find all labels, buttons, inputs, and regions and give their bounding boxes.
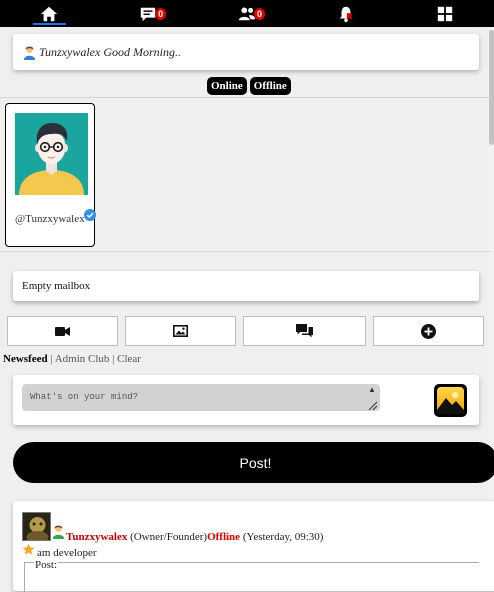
avatar-illustration xyxy=(15,113,88,195)
photo-button[interactable] xyxy=(125,316,236,346)
profile-handle-text: @Tunzxywalex xyxy=(15,213,85,225)
scrollbar-thumb[interactable] xyxy=(489,30,494,145)
greeting-text: Tunzxywalex Good Morning.. xyxy=(39,44,181,59)
post-content-box xyxy=(24,562,479,592)
post-button[interactable]: Post! xyxy=(13,442,494,483)
grid-menu-icon xyxy=(437,6,452,21)
post-meta: Tunzxywalex (Owner/Founder)Offline (Yest… xyxy=(66,531,323,543)
greeting-bar: Tunzxywalex Good Morning.. xyxy=(13,34,479,70)
tab-separator: | xyxy=(50,353,53,365)
plus-circle-icon xyxy=(421,323,436,339)
profile-handle[interactable]: @Tunzxywalex xyxy=(15,209,96,225)
tab-newsfeed[interactable]: Newsfeed xyxy=(3,353,48,365)
mailbox-bar[interactable]: Empty mailbox xyxy=(13,271,479,301)
resize-grip-icon[interactable] xyxy=(367,400,378,411)
post-time: (Yesterday, 09:30) xyxy=(242,531,324,543)
post-username[interactable]: Tunzxywalex xyxy=(66,531,127,543)
post-bio: am developer xyxy=(37,547,97,559)
online-button[interactable]: Online xyxy=(207,77,247,95)
video-button[interactable] xyxy=(7,316,118,346)
status-pills: Online Offline xyxy=(207,77,291,95)
post-avatar-image xyxy=(23,513,50,540)
tab-admin-club[interactable]: Admin Club xyxy=(55,353,110,365)
avatar[interactable] xyxy=(15,113,88,195)
post-status: Offline xyxy=(207,531,241,543)
image-icon xyxy=(173,325,188,337)
verified-badge-icon xyxy=(83,209,96,221)
profile-card[interactable]: @Tunzxywalex xyxy=(5,103,96,247)
nav-home[interactable] xyxy=(0,0,99,27)
star-icon xyxy=(22,543,35,555)
nav-friends[interactable]: 0 xyxy=(198,0,297,27)
home-icon xyxy=(41,6,58,21)
post-role: (Owner/Founder) xyxy=(130,531,208,543)
video-icon xyxy=(55,326,70,336)
spinner-arrows-icon[interactable]: ▲ xyxy=(366,384,378,396)
friends-badge: 0 xyxy=(253,7,265,20)
notifications-icon xyxy=(339,6,353,22)
tab-clear[interactable]: Clear xyxy=(117,353,141,365)
chat-button[interactable] xyxy=(243,316,366,346)
post-avatar[interactable] xyxy=(22,512,51,541)
post-composer: What's on your mind? ▲ xyxy=(13,375,479,425)
nav-notifications[interactable] xyxy=(296,0,395,27)
landscape-image-icon xyxy=(437,387,464,414)
nav-messages[interactable]: 0 xyxy=(99,0,198,27)
divider xyxy=(0,251,490,252)
tab-separator: | xyxy=(112,353,115,365)
post-content-label: Post: xyxy=(34,559,59,571)
feed-tabs: Newsfeed | Admin Club | Clear xyxy=(3,353,141,365)
offline-button[interactable]: Offline xyxy=(249,77,291,95)
user-icon xyxy=(52,525,65,539)
top-navbar: 0 0 xyxy=(0,0,494,27)
divider xyxy=(0,97,490,98)
chat-icon xyxy=(296,323,313,337)
nav-menu[interactable] xyxy=(395,0,494,27)
user-icon xyxy=(23,45,36,60)
add-button[interactable] xyxy=(373,316,484,346)
image-upload-button[interactable] xyxy=(434,384,467,417)
status-input[interactable]: What's on your mind? xyxy=(22,384,380,411)
mailbox-text: Empty mailbox xyxy=(22,280,91,292)
messages-badge: 0 xyxy=(155,7,167,20)
